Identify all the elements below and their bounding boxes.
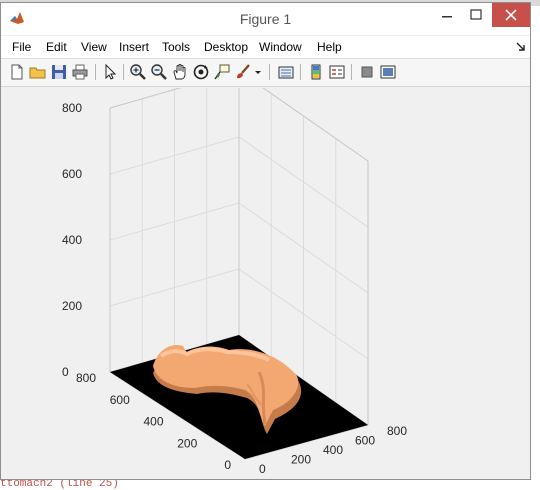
x-tick-label: 200 <box>291 453 311 467</box>
zoom-in-button[interactable] <box>129 63 147 81</box>
toolbar-separator <box>95 64 96 80</box>
data-cursor-icon <box>214 64 230 80</box>
z-tick-label: 600 <box>62 167 82 181</box>
zoom-out-button[interactable] <box>150 63 168 81</box>
toolbar-separator <box>123 64 124 80</box>
close-button[interactable] <box>492 3 530 27</box>
y-tick-label: 200 <box>177 436 197 450</box>
hide-plot-tools-icon <box>361 66 373 78</box>
menu-view[interactable]: View <box>81 40 107 54</box>
print-icon <box>72 64 88 80</box>
brush-icon <box>237 64 250 79</box>
save-button[interactable] <box>50 63 68 81</box>
toolbar-separator <box>269 64 270 80</box>
figure-window: Figure 1 File Edit View Insert Tools Des… <box>0 2 531 480</box>
data-cursor-button[interactable] <box>213 63 231 81</box>
menu-insert[interactable]: Insert <box>119 40 149 54</box>
open-file-button[interactable] <box>29 63 47 81</box>
show-plot-tools-icon <box>380 65 396 79</box>
brush-button[interactable] <box>234 63 252 81</box>
menu-tools[interactable]: Tools <box>162 40 190 54</box>
y-tick-label: 0 <box>224 458 231 472</box>
legend-button[interactable] <box>328 63 346 81</box>
pan-hand-icon <box>173 64 186 80</box>
menu-help[interactable]: Help <box>317 40 342 54</box>
z-axis-ticks: 0 200 400 600 800 <box>62 101 82 379</box>
select-arrow-icon <box>105 63 117 80</box>
rotate-3d-button[interactable] <box>192 63 210 81</box>
zoom-in-icon <box>130 64 146 80</box>
z-tick-label: 800 <box>62 101 82 115</box>
menu-bar: File Edit View Insert Tools Desktop Wind… <box>1 36 530 59</box>
brush-dropdown-button[interactable] <box>253 63 263 81</box>
close-icon <box>505 9 517 21</box>
chevron-down-icon <box>255 71 261 74</box>
menu-window[interactable]: Window <box>259 40 302 54</box>
z-tick-label: 200 <box>62 299 82 313</box>
save-icon <box>52 65 66 79</box>
y-tick-label: 600 <box>110 393 130 407</box>
link-plot-button[interactable] <box>277 63 295 81</box>
colorbar-icon <box>311 64 321 80</box>
pan-button[interactable] <box>171 63 189 81</box>
maximize-icon <box>470 9 482 20</box>
x-tick-label: 600 <box>355 434 375 448</box>
z-tick-label: 0 <box>62 365 69 379</box>
menu-edit[interactable]: Edit <box>46 40 67 54</box>
z-tick-label: 400 <box>62 233 82 247</box>
colorbar-button[interactable] <box>307 63 325 81</box>
toolbar-separator <box>351 64 352 80</box>
new-figure-button[interactable] <box>8 63 26 81</box>
title-bar[interactable]: Figure 1 <box>1 3 530 35</box>
axes-3d[interactable]: 0 200 400 600 800 0 200 400 600 800 0 200 400 600 80… <box>1 88 531 480</box>
print-button[interactable] <box>71 63 89 81</box>
link-plot-icon <box>278 66 294 79</box>
x-tick-label: 400 <box>323 443 343 457</box>
x-tick-label: 0 <box>259 462 266 476</box>
zoom-out-icon <box>151 64 167 80</box>
menu-desktop[interactable]: Desktop <box>204 40 248 54</box>
menu-file[interactable]: File <box>12 40 31 54</box>
show-plot-tools-button[interactable] <box>379 63 397 81</box>
legend-icon <box>329 65 345 79</box>
y-tick-label: 400 <box>143 415 163 429</box>
open-file-icon <box>29 67 46 79</box>
x-tick-label: 800 <box>387 424 407 438</box>
y-tick-label: 800 <box>76 371 96 385</box>
figure-toolbar <box>1 59 530 87</box>
rotate-3d-icon <box>193 64 209 80</box>
select-arrow-button[interactable] <box>101 63 119 81</box>
toolbar-separator <box>300 64 301 80</box>
dock-arrow-icon[interactable] <box>516 42 526 52</box>
new-figure-icon <box>11 64 23 80</box>
hide-plot-tools-button[interactable] <box>358 63 376 81</box>
